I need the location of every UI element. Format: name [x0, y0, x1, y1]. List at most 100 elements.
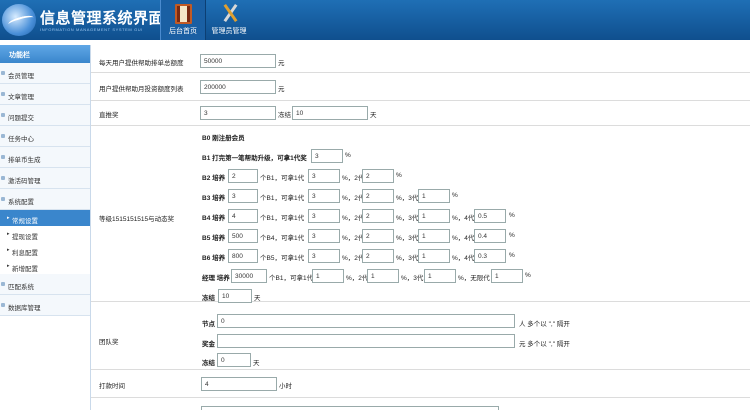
team-freeze-label: 冻结 [202, 360, 215, 367]
b6-gen2-input[interactable] [362, 249, 394, 263]
sidebar-subitem-withdraw[interactable]: ▸ 提现设置 [0, 226, 90, 242]
b2-gen2-input[interactable] [362, 169, 394, 183]
folder-icon [1, 92, 5, 96]
node-label: 节点 [202, 321, 215, 328]
sidebar-item-label: 排单币生成 [8, 157, 41, 164]
mgr-gen1-input[interactable] [312, 269, 344, 283]
b4-gen3-input[interactable] [418, 209, 450, 223]
b6-gen4-input[interactable] [474, 249, 506, 263]
b5-count-input[interactable] [228, 229, 258, 243]
b1-gen1-input[interactable] [311, 149, 343, 163]
sidebar-item-matching[interactable]: 匹配系统 [0, 274, 90, 295]
bullet-icon: ▸ [7, 215, 10, 221]
b4-gen4-label: %，4代 [452, 215, 475, 222]
b5-gen4-label: %，4代 [452, 235, 475, 242]
sidebar-item-order-coin[interactable]: 排单币生成 [0, 147, 90, 168]
tier-mgr-mid: 个B1，可拿1代 [269, 275, 314, 282]
daily-max-unit: 元 [278, 60, 285, 67]
row-team-bonus: 团队奖 节点 人 多个以 "," 隔开 奖金 元 多个以 "," 隔开 冻结 天 [91, 308, 750, 370]
tab-home[interactable]: 后台首页 [160, 0, 206, 40]
mgr-gen2-label: %，2代 [346, 275, 369, 282]
tier-b6-mid: 个B5，可拿1代 [260, 255, 305, 262]
b5-gen2-input[interactable] [362, 229, 394, 243]
b4-gen1-input[interactable] [308, 209, 340, 223]
b2-gen1-input[interactable] [308, 169, 340, 183]
next-partial-input[interactable] [201, 406, 499, 410]
folder-icon [1, 197, 5, 201]
b4-gen4-input[interactable] [474, 209, 506, 223]
sidebar-item-tasks[interactable]: 任务中心 [0, 126, 90, 147]
sidebar-item-label: 问题提交 [8, 115, 34, 122]
direct-bonus-input[interactable] [200, 106, 276, 120]
sidebar-item-members[interactable]: 会员管理 [0, 63, 90, 84]
b5-gen4-input[interactable] [474, 229, 506, 243]
sidebar: 功能栏 会员管理 文章管理 问题提交 任务中心 排单币生成 激活码管理 系统配置… [0, 45, 91, 410]
tier-b2-mid: 个B1，可拿1代 [260, 175, 305, 182]
b6-gen1-input[interactable] [308, 249, 340, 263]
b3-pct: % [452, 192, 458, 199]
tier-freeze-input[interactable] [218, 289, 252, 303]
row-direct-bonus: 直推奖 冻结 天 [91, 101, 750, 126]
daily-max-label: 每天用户提供帮助排单总额度 [99, 60, 184, 67]
sidebar-item-label: 匹配系统 [8, 284, 34, 291]
b4-pct: % [509, 212, 515, 219]
sidebar-item-articles[interactable]: 文章管理 [0, 84, 90, 105]
b3-gen3-input[interactable] [418, 189, 450, 203]
pay-time-input[interactable] [201, 377, 277, 391]
tier-freeze-label: 冻结 [202, 295, 215, 302]
b5-gen1-input[interactable] [308, 229, 340, 243]
tier-b4-mid: 个B1，可拿1代 [260, 215, 305, 222]
row-next-partial [91, 398, 750, 410]
sidebar-item-questions[interactable]: 问题提交 [0, 105, 90, 126]
daily-max-input[interactable] [200, 54, 276, 68]
app-title: 信息管理系统界面 [40, 10, 165, 27]
tier-b0-text: B0 刚注册会员 [202, 135, 245, 142]
sidebar-subitem-general[interactable]: ▸ 常规设置 [0, 210, 90, 226]
bonus-hint: 元 多个以 "," 隔开 [519, 341, 570, 348]
sidebar-subitem-label: 利息配置 [12, 250, 38, 257]
sidebar-title: 功能栏 [0, 45, 90, 63]
mgr-gen3-input[interactable] [424, 269, 456, 283]
sidebar-item-system-config[interactable]: 系统配置 [0, 189, 90, 210]
mgr-gen2-input[interactable] [367, 269, 399, 283]
monthly-max-unit: 元 [278, 86, 285, 93]
sidebar-subitem-new[interactable]: ▸ 新增配置 [0, 258, 90, 274]
team-bonus-label: 团队奖 [99, 339, 119, 346]
b3-count-input[interactable] [228, 189, 258, 203]
b5-gen3-input[interactable] [418, 229, 450, 243]
sidebar-item-label: 激活码管理 [8, 178, 41, 185]
mgr-count-input[interactable] [231, 269, 267, 283]
bonus-label: 奖金 [202, 341, 215, 348]
b6-gen3-label: %，3代 [396, 255, 419, 262]
folder-icon [1, 176, 5, 180]
b6-count-input[interactable] [228, 249, 258, 263]
sidebar-item-activation[interactable]: 激活码管理 [0, 168, 90, 189]
tier-mgr-prefix: 经理 培养 [202, 275, 230, 282]
direct-bonus-label: 直推奖 [99, 112, 119, 119]
tier-bonus-label: 等级1515151515与动态奖 [99, 216, 175, 223]
settings-form: 每天用户提供帮助排单总额度 元 用户提供帮助月投资额度列表 元 直推奖 冻结 天… [91, 45, 750, 410]
direct-freeze-input[interactable] [292, 106, 368, 120]
sidebar-item-database[interactable]: 数据库管理 [0, 295, 90, 316]
team-freeze-input[interactable] [217, 353, 251, 367]
b3-gen2-input[interactable] [362, 189, 394, 203]
bonus-input[interactable] [217, 334, 515, 348]
node-input[interactable] [217, 314, 515, 328]
sidebar-subitem-interest[interactable]: ▸ 利息配置 [0, 242, 90, 258]
b4-count-input[interactable] [228, 209, 258, 223]
sidebar-item-label: 系统配置 [8, 199, 34, 206]
mgr-unlimited-input[interactable] [491, 269, 523, 283]
b6-pct: % [509, 252, 515, 259]
folder-icon [1, 303, 5, 307]
b4-gen2-input[interactable] [362, 209, 394, 223]
tier-b5-prefix: B5 培养 [202, 235, 226, 242]
b6-gen3-input[interactable] [418, 249, 450, 263]
monthly-max-input[interactable] [200, 80, 276, 94]
tab-admin[interactable]: 管理员管理 [206, 0, 252, 40]
b1-pct: % [345, 152, 351, 159]
sidebar-item-label: 任务中心 [8, 136, 34, 143]
mgr-gen3-label: %，3代 [401, 275, 424, 282]
b3-gen3-label: %，3代 [396, 195, 419, 202]
b2-count-input[interactable] [228, 169, 258, 183]
b3-gen1-input[interactable] [308, 189, 340, 203]
